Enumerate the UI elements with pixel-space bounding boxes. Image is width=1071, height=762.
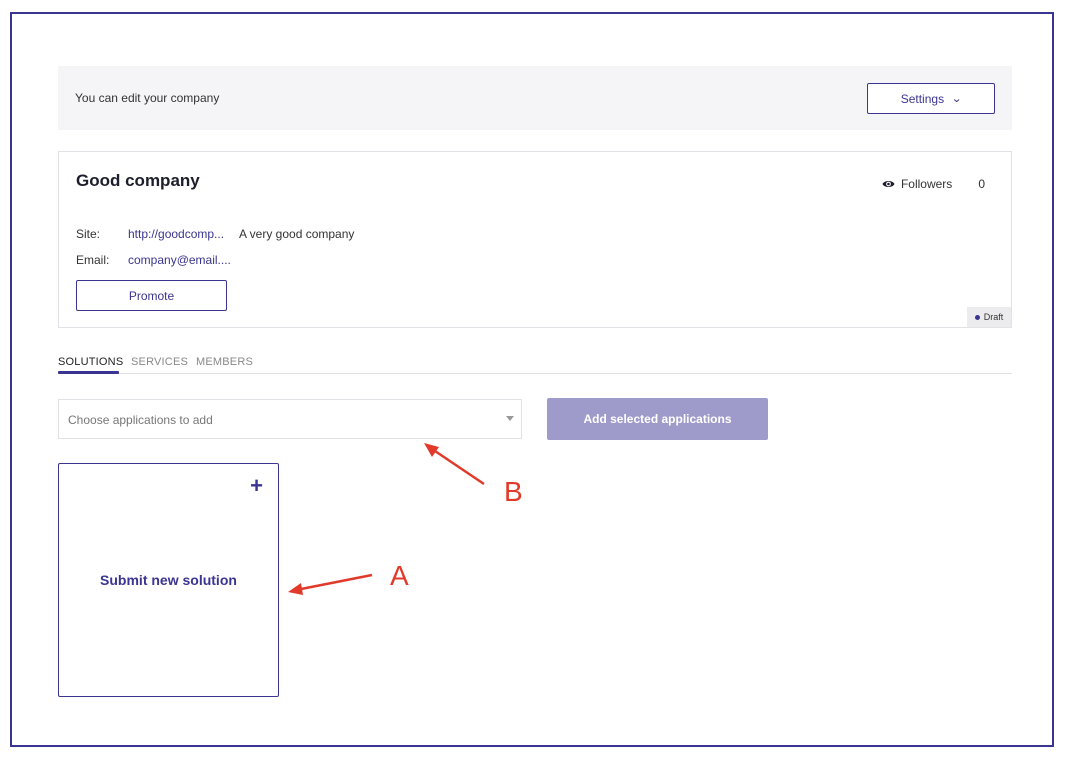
eye-icon — [882, 179, 895, 189]
company-description: A very good company — [239, 227, 355, 241]
edit-notice-bar: You can edit your company Settings ⌄ — [58, 66, 1012, 130]
applications-select[interactable]: Choose applications to add — [58, 399, 522, 439]
settings-button[interactable]: Settings ⌄ — [867, 83, 995, 114]
submit-new-solution-card[interactable]: + Submit new solution — [58, 463, 279, 697]
annotation-label-b: B — [504, 476, 523, 507]
promote-button[interactable]: Promote — [76, 280, 227, 311]
tab-services[interactable]: SERVICES — [131, 356, 188, 368]
company-name: Good company — [76, 171, 200, 190]
site-link[interactable]: http://goodcomp... — [128, 227, 224, 241]
annotation-label-a: A — [390, 560, 409, 591]
caret-down-icon — [506, 416, 514, 421]
submit-new-solution-label: Submit new solution — [100, 572, 237, 588]
active-tab-indicator — [58, 371, 119, 374]
status-badge-label: Draft — [983, 312, 1004, 322]
status-dot-icon — [974, 314, 980, 320]
email-label: Email: — [76, 253, 110, 267]
followers-info: Followers 0 — [882, 177, 985, 191]
plus-icon: + — [250, 473, 263, 498]
edit-notice-text: You can edit your company — [75, 91, 220, 105]
chevron-down-icon: ⌄ — [951, 93, 963, 105]
add-selected-applications-button[interactable]: Add selected applications — [547, 398, 768, 440]
applications-select-placeholder: Choose applications to add — [68, 413, 213, 427]
site-label: Site: — [76, 227, 101, 241]
add-selected-applications-label: Add selected applications — [583, 412, 732, 426]
status-badge: Draft — [967, 307, 1011, 327]
tabs-divider — [58, 373, 1012, 374]
tab-members[interactable]: MEMBERS — [196, 356, 253, 368]
followers-count: 0 — [978, 177, 985, 191]
email-link[interactable]: company@email.... — [128, 253, 231, 267]
settings-button-label: Settings — [900, 91, 945, 106]
followers-label: Followers — [900, 177, 953, 191]
company-card: Good company Followers 0 Site: http://go… — [58, 151, 1012, 328]
promote-button-label: Promote — [128, 288, 175, 303]
tab-solutions[interactable]: SOLUTIONS — [58, 356, 123, 368]
